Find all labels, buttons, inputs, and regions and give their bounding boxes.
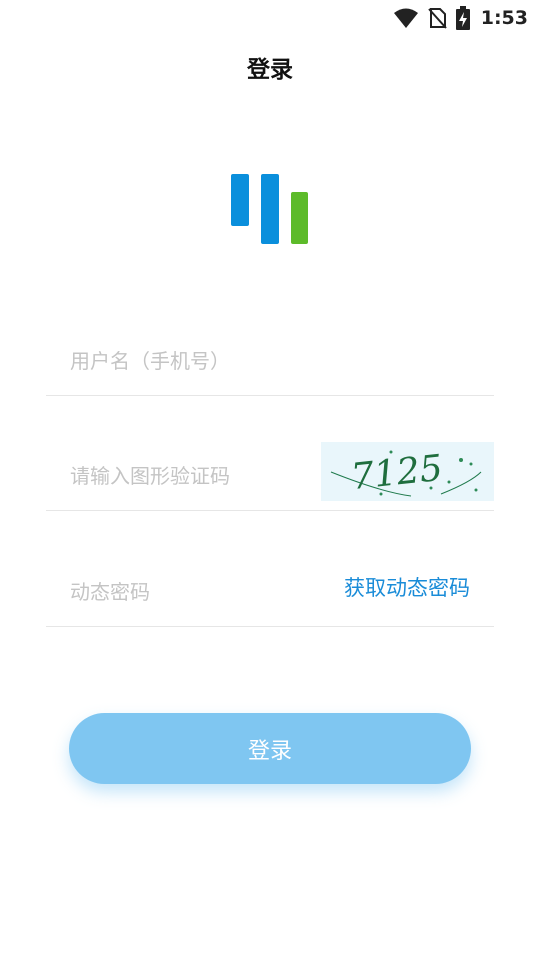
captcha-text: 7125 bbox=[349, 448, 444, 498]
status-time: 1:53 bbox=[480, 7, 528, 29]
wifi-icon bbox=[393, 7, 419, 29]
get-otp-button[interactable]: 获取动态密码 bbox=[344, 572, 470, 602]
login-screen: 1:53 登录 7125 bbox=[0, 0, 540, 960]
username-input[interactable] bbox=[70, 349, 310, 373]
logo-bar-middle bbox=[261, 174, 279, 244]
captcha-row: 7125 bbox=[46, 434, 494, 511]
captcha-image[interactable]: 7125 bbox=[321, 442, 494, 501]
app-logo bbox=[231, 174, 311, 246]
otp-input[interactable] bbox=[70, 580, 310, 604]
login-button[interactable]: 登录 bbox=[69, 713, 471, 784]
otp-row: 获取动态密码 bbox=[46, 548, 494, 627]
status-bar: 1:53 bbox=[0, 0, 540, 36]
username-row bbox=[46, 318, 494, 396]
logo-bar-right bbox=[291, 192, 308, 244]
logo-bar-left bbox=[231, 174, 249, 226]
captcha-input[interactable] bbox=[70, 464, 310, 488]
no-sim-icon bbox=[427, 7, 447, 29]
battery-charging-icon bbox=[455, 6, 471, 30]
page-title: 登录 bbox=[247, 57, 293, 83]
